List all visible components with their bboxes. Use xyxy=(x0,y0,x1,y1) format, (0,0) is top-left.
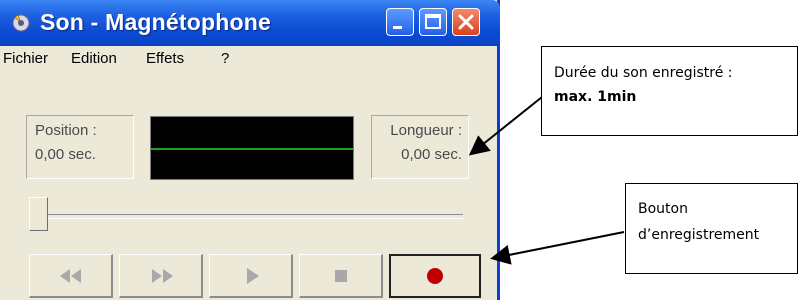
duration-callout: Durée du son enregistré : max. 1min xyxy=(541,46,798,136)
record-button-callout: Bouton d’enregistrement xyxy=(625,183,798,274)
duration-callout-line1: Durée du son enregistré : xyxy=(554,65,733,81)
record-callout-line2: d’enregistrement xyxy=(638,227,760,243)
duration-arrow xyxy=(468,96,543,156)
duration-callout-line2: max. 1min xyxy=(554,89,637,105)
record-callout-line1: Bouton xyxy=(638,201,688,217)
record-arrow xyxy=(490,231,625,265)
